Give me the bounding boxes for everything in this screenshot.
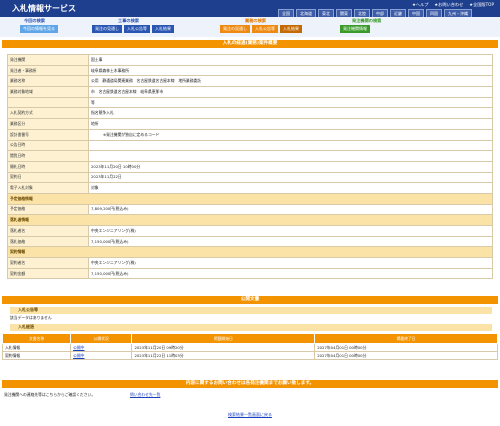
col-doc-name: 文書名称 xyxy=(1,333,72,344)
detail-table: 発注機関 国土事 発注者・事務所 岐阜県森林土木事務所 業務名称 公用 静通道局関連業… xyxy=(7,54,493,280)
tab-service-notices[interactable]: 入札公告等 xyxy=(252,25,278,33)
table-row: 発注機関 国土事 xyxy=(7,54,493,66)
col-status: 公開状況 xyxy=(70,333,133,344)
construction-search-title: 工事の検索 xyxy=(118,18,139,23)
table-row: 契約金額 7,150,000円(税込み) xyxy=(7,267,493,280)
agency-tabs: 発注機関情報 xyxy=(340,25,370,33)
site-header: 入札情報サービス ★ヘルプ ★お問い合わせ ★全国版TOP 全国 北海道 東北 … xyxy=(0,0,500,19)
table-row: 落札価格 7,150,000円(税込み) xyxy=(7,235,493,248)
table-row: 入札契約方式 指名競争入札 xyxy=(7,107,493,120)
table-row: 閲覧日時 xyxy=(7,150,493,162)
tab-service-outlook[interactable]: 発注の見通し xyxy=(220,25,250,33)
contact-link[interactable]: ★お問い合わせ xyxy=(434,2,463,8)
contact-bar: 内容に関するお問い合わせは各発注機関までお願い致します。 xyxy=(2,380,498,388)
table-row: 公告日時 xyxy=(7,139,493,152)
table-row: 予定価格 7,809,200円(税込み) xyxy=(7,203,493,216)
table-row: 業務区分 地所 xyxy=(7,118,493,130)
history-header-row: 文書名称 公開状況 掲載開始日 掲載終了日 xyxy=(1,333,498,344)
notices-subheader: 入札公告等 xyxy=(10,307,492,314)
winner-section-header: 落札者情報 xyxy=(7,214,493,226)
agency-search-title: 発注機関の検索 xyxy=(352,18,382,23)
table-row: 等 xyxy=(7,96,493,109)
notices-title-bar: 公開文書 xyxy=(2,296,498,304)
tab-construction-outlook[interactable]: 発注の見通し xyxy=(92,25,122,33)
price-section-header: 予定価格情報 xyxy=(7,192,493,205)
service-search-title: 業務の検索 xyxy=(245,18,266,23)
status-link[interactable]: 公開中 xyxy=(73,353,84,358)
back-to-results-link[interactable]: 検索結果一覧画面に戻る xyxy=(0,412,500,418)
table-row: 業務対象地域市 名古屋鉄道名古屋本線 岐阜県恵那市 xyxy=(7,86,493,98)
table-row: 電子入札対象 対象 xyxy=(7,182,493,194)
table-row: 設計書番号 ※発注機関が独自に定めるコード xyxy=(7,128,493,141)
contact-list-link[interactable]: 問い合わせ先一覧 xyxy=(130,392,160,398)
history-subheader: 入札経過 xyxy=(10,324,492,331)
cert-tabs: 今回の情報を見る xyxy=(20,25,58,33)
tab-service-results[interactable]: 入札結果 xyxy=(280,25,302,33)
notices-empty: 該当データはありません xyxy=(10,315,52,320)
tab-agency-info[interactable]: 発注機関情報 xyxy=(340,25,370,33)
help-link[interactable]: ★ヘルプ xyxy=(412,2,428,8)
top-link[interactable]: ★全国版TOP xyxy=(469,2,494,8)
cert-search-title: 今回の検索 xyxy=(24,18,45,23)
table-row: 契約日 2023年11月22日 xyxy=(7,171,493,184)
header-links: ★ヘルプ ★お問い合わせ ★全国版TOP xyxy=(412,2,494,8)
contact-text: 発注機関への連絡先等はこちらからご確認ください。 xyxy=(4,392,96,397)
history-table: 文書名称 公開状況 掲載開始日 掲載終了日 入札情報 公開中 2023年11月2… xyxy=(1,333,498,360)
service-tabs: 発注の見通し 入札公告等 入札結果 xyxy=(220,25,302,33)
status-link[interactable]: 公開中 xyxy=(73,345,84,350)
col-start: 掲載開始日 xyxy=(131,333,316,344)
detail-title-bar: 入札の経過(業務)案件概要 xyxy=(2,40,498,48)
construction-tabs: 発注の見通し 入札公告等 入札結果 xyxy=(92,25,174,33)
tab-construction-results[interactable]: 入札結果 xyxy=(152,25,174,33)
table-row: 入札情報 公開中 2023年11月20日 09時20分 2027年04月01日 … xyxy=(1,343,498,352)
search-nav: 今回の検索 今回の情報を見る 工事の検索 発注の見通し 入札公告等 入札結果 業… xyxy=(0,17,500,37)
table-row: 契約者名 中央エンジニアリング(株) xyxy=(7,257,493,269)
table-row: 契約情報 公開中 2023年11月22日 11時03分 2027年04月01日 … xyxy=(1,351,498,360)
col-end: 掲載終了日 xyxy=(314,333,498,344)
table-row: 開札日時 2023年11月20日 10時00分 xyxy=(7,160,493,173)
tab-cert-view[interactable]: 今回の情報を見る xyxy=(20,25,58,33)
tab-construction-notices[interactable]: 入札公告等 xyxy=(124,25,150,33)
table-row: 業務名称 公用 静通道局関連業務 名古屋鉄道名古屋本線 地所業務委託 xyxy=(7,75,493,88)
table-row: 発注者・事務所 岐阜県森林土木事務所 xyxy=(7,64,493,77)
table-row: 落札者名 中央エンジニアリング(株) xyxy=(7,225,493,237)
site-title[interactable]: 入札情報サービス xyxy=(12,3,76,14)
contract-section-header: 契約情報 xyxy=(7,246,493,259)
